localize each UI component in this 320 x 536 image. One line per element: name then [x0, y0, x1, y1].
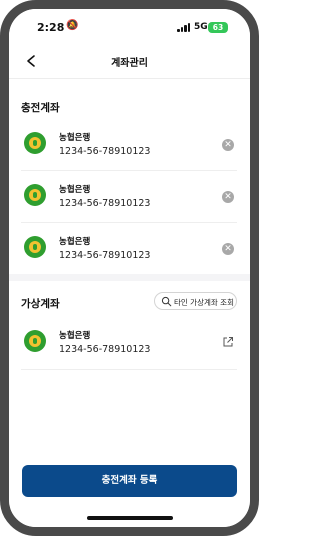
network-type: 5G — [194, 22, 208, 32]
nh-bank-logo-icon — [24, 330, 46, 352]
virtual-account-row[interactable]: 농협은행 1234-56-78910123 — [21, 317, 237, 369]
search-icon — [161, 296, 172, 307]
charge-account-row[interactable]: 농협은행 1234-56-78910123 ✕ — [21, 223, 237, 275]
virtual-section-title: 가상계좌 — [21, 298, 60, 310]
delete-icon[interactable]: ✕ — [222, 243, 234, 255]
status-time: 2:28 — [37, 21, 65, 34]
bank-name: 농협은행 — [59, 237, 91, 247]
nh-bank-logo-icon — [24, 236, 46, 258]
lookup-button-label: 타인 가상계좌 조회 — [174, 297, 234, 307]
nh-bank-logo-icon — [24, 184, 46, 206]
nav-bar: 계좌관리 — [9, 45, 250, 79]
account-number: 1234-56-78910123 — [59, 146, 151, 157]
nh-bank-logo-icon — [24, 132, 46, 154]
lookup-other-virtual-account-button[interactable]: 타인 가상계좌 조회 — [154, 292, 237, 310]
bell-off-icon: 🔕 — [66, 20, 79, 31]
signal-icon — [177, 23, 191, 32]
bank-name: 농협은행 — [59, 185, 91, 195]
phone-frame: 2:28 🔕 5G 63 계좌관리 충전계좌 농협은행 1234-56-7891… — [0, 0, 259, 536]
battery-icon: 63 — [208, 22, 228, 33]
screen: 2:28 🔕 5G 63 계좌관리 충전계좌 농협은행 1234-56-7891… — [9, 9, 250, 527]
register-charge-account-button[interactable]: 충전계좌 등록 — [22, 465, 237, 497]
bank-name: 농협은행 — [59, 331, 91, 341]
charge-section-title: 충전계좌 — [21, 102, 60, 114]
account-number: 1234-56-78910123 — [59, 344, 151, 355]
delete-icon[interactable]: ✕ — [222, 139, 234, 151]
status-bar: 2:28 🔕 5G 63 — [9, 9, 250, 45]
delete-icon[interactable]: ✕ — [222, 191, 234, 203]
charge-account-row[interactable]: 농협은행 1234-56-78910123 ✕ — [21, 119, 237, 171]
divider — [21, 369, 237, 370]
charge-account-row[interactable]: 농협은행 1234-56-78910123 ✕ — [21, 171, 237, 223]
page-title: 계좌관리 — [111, 58, 148, 69]
home-indicator — [87, 516, 173, 520]
external-link-icon[interactable] — [222, 336, 234, 348]
account-number: 1234-56-78910123 — [59, 198, 151, 209]
section-separator — [9, 274, 250, 281]
account-number: 1234-56-78910123 — [59, 250, 151, 261]
bank-name: 농협은행 — [59, 133, 91, 143]
